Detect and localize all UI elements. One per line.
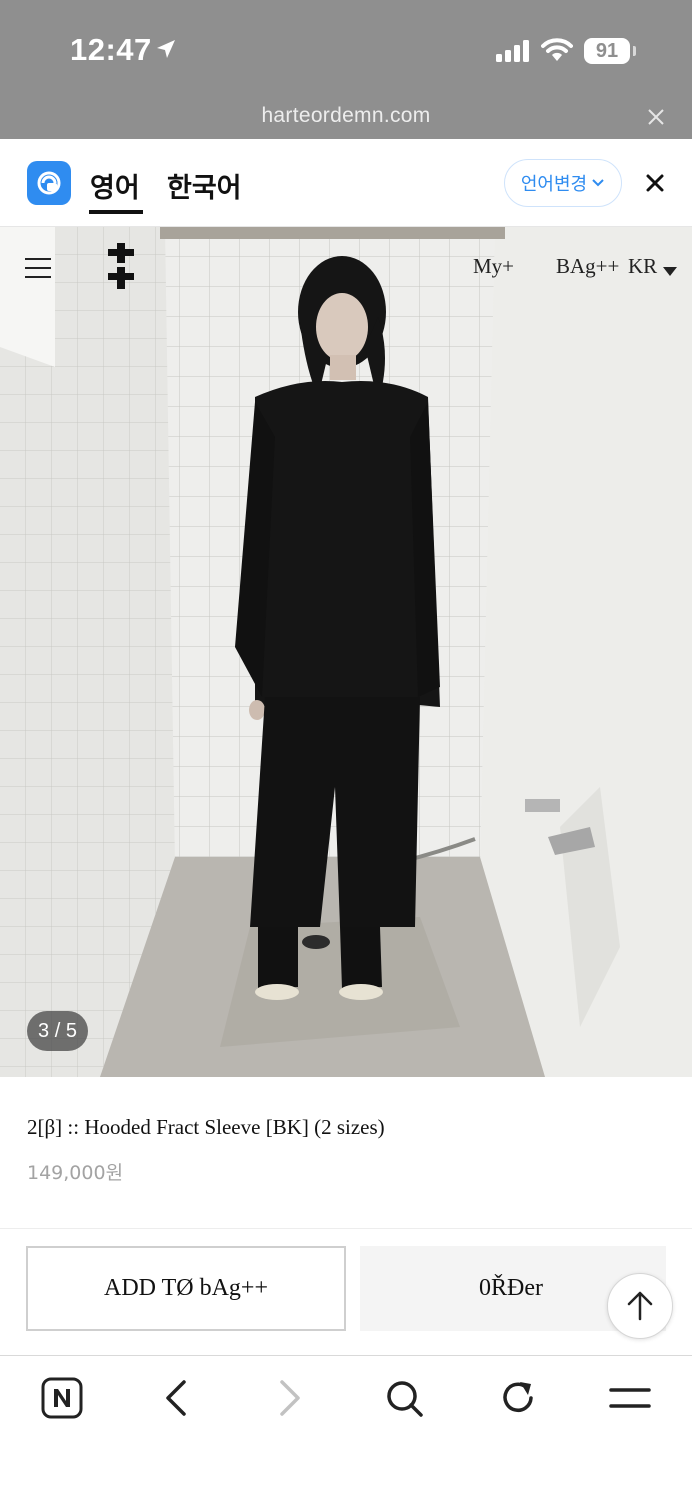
close-icon[interactable] <box>647 108 665 131</box>
product-price: 149,000원 <box>27 1162 124 1184</box>
battery-indicator: 91 <box>584 38 636 64</box>
tab-english[interactable]: 영어 <box>90 166 140 205</box>
browser-toolbar <box>0 1355 692 1500</box>
gallery-counter: 3 / 5 <box>27 1011 88 1051</box>
scroll-to-top-button[interactable] <box>607 1273 673 1339</box>
chevron-down-icon <box>592 179 604 187</box>
language-select[interactable]: KR <box>628 254 657 279</box>
active-tab-indicator <box>89 210 143 214</box>
translate-bar: 영어 한국어 언어변경 <box>0 139 692 227</box>
change-language-button[interactable]: 언어변경 <box>504 159 622 207</box>
caret-down-icon[interactable] <box>663 263 677 281</box>
forward-icon[interactable] <box>268 1376 312 1420</box>
hamburger-menu-icon[interactable] <box>25 258 51 283</box>
bag-link[interactable]: BAg++ <box>556 254 619 279</box>
back-icon[interactable] <box>154 1376 198 1420</box>
location-arrow-icon <box>154 37 178 66</box>
search-icon[interactable] <box>382 1376 426 1420</box>
my-account-link[interactable]: My+ <box>473 254 514 279</box>
papago-logo-icon <box>27 161 71 205</box>
reload-icon[interactable] <box>496 1376 540 1420</box>
product-photo-illustration <box>0 227 692 1077</box>
arrow-up-icon <box>627 1291 653 1321</box>
url-text[interactable]: harteordemn.com <box>0 104 692 128</box>
product-title: 2[β] :: Hooded Fract Sleeve [BK] (2 size… <box>27 1115 385 1139</box>
add-to-bag-button[interactable]: ADD TØ bAg++ <box>26 1246 346 1331</box>
naver-n-icon[interactable] <box>40 1376 84 1420</box>
change-language-label: 언어변경 <box>520 174 588 195</box>
menu-icon[interactable] <box>608 1376 652 1420</box>
product-image[interactable] <box>0 227 692 1077</box>
status-bar: 12:47 91 harteordemn.com <box>0 0 692 139</box>
tab-korean[interactable]: 한국어 <box>167 166 242 205</box>
close-translate-icon[interactable] <box>643 171 667 200</box>
double-cross-logo-icon[interactable] <box>108 243 134 294</box>
wifi-icon <box>541 38 573 67</box>
status-time: 12:47 <box>70 32 152 67</box>
cellular-signal-icon <box>496 40 532 67</box>
